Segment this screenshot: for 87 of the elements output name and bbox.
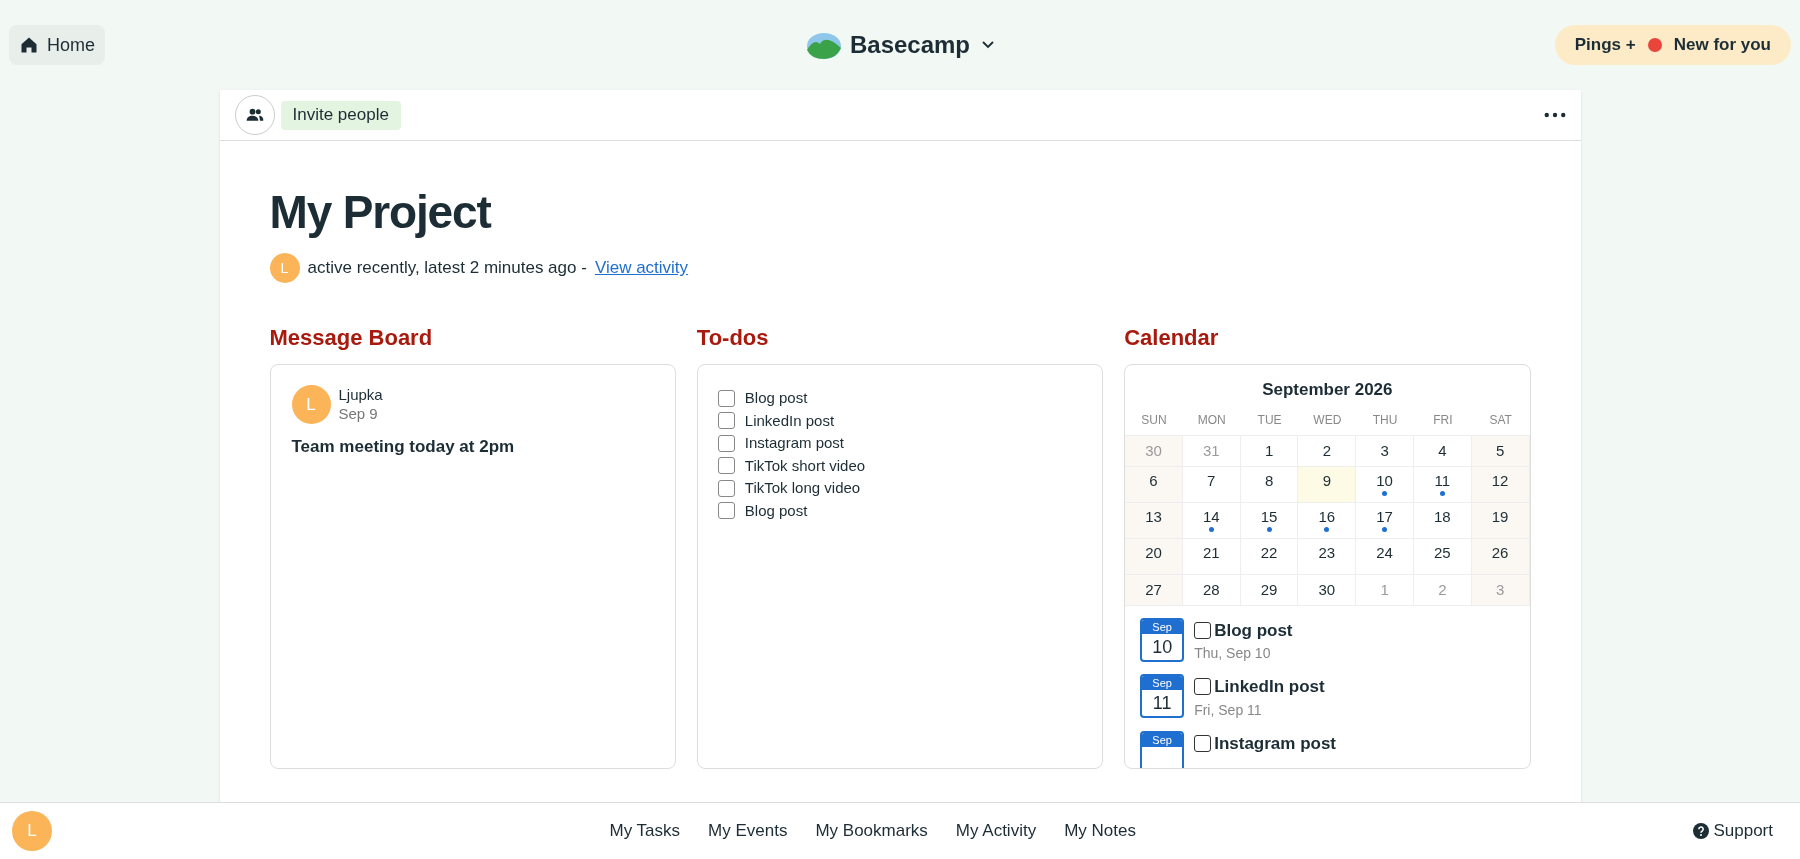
footer-link[interactable]: My Activity: [955, 818, 1037, 844]
weekday-label: TUE: [1256, 411, 1283, 429]
checkbox[interactable]: [1194, 621, 1212, 639]
calendar-day[interactable]: 6: [1125, 466, 1183, 503]
section-title[interactable]: Calendar: [1124, 321, 1531, 354]
month-title: September 2026: [1261, 379, 1394, 401]
todo-label: LinkedIn post: [744, 410, 835, 431]
calendar-day[interactable]: 29: [1240, 574, 1299, 606]
invite-people-button[interactable]: Invite people: [280, 100, 401, 130]
event-title[interactable]: Blog post: [1214, 617, 1293, 643]
checkbox[interactable]: [1194, 678, 1212, 696]
section-title[interactable]: Message Board: [269, 321, 676, 354]
avatar: L: [291, 385, 331, 424]
calendar-day[interactable]: 27: [1125, 574, 1183, 606]
weekday-label: MON: [1196, 411, 1227, 429]
todo-label: Instagram post: [744, 433, 845, 453]
calendar-day[interactable]: 14: [1182, 502, 1241, 539]
todo-label: TikTok long video: [744, 478, 861, 498]
event-date: Thu, Sep 10: [1194, 644, 1272, 663]
weekday-label: SAT: [1488, 411, 1513, 429]
checkbox[interactable]: [717, 434, 735, 452]
message-date: Sep 9: [338, 404, 379, 424]
calendar-day[interactable]: 23: [1298, 538, 1357, 575]
more-icon[interactable]: [1543, 112, 1566, 118]
chevron-down-icon: [982, 41, 995, 49]
calendar-day[interactable]: 3: [1356, 435, 1414, 467]
calendar-day[interactable]: 12: [1471, 466, 1530, 503]
weekday-label: SUN: [1140, 411, 1168, 429]
calendar-day[interactable]: 20: [1125, 538, 1183, 575]
author-name: Ljupka: [338, 385, 383, 405]
calendar-day[interactable]: 13: [1125, 502, 1183, 539]
new-for-you-link[interactable]: New for you: [1673, 32, 1771, 58]
calendar-day[interactable]: 7: [1182, 466, 1241, 503]
checkbox[interactable]: [1194, 734, 1212, 752]
calendar-day[interactable]: 10: [1356, 466, 1414, 503]
date-badge: Sep 11: [1140, 674, 1185, 718]
activity-text: active recently, latest 2 minutes ago -: [307, 257, 587, 280]
footer-link[interactable]: My Events: [708, 818, 788, 844]
message-subject[interactable]: Team meeting today at 2pm: [291, 434, 654, 460]
event-title[interactable]: Instagram post: [1214, 730, 1336, 756]
calendar-day[interactable]: 24: [1356, 538, 1414, 575]
calendar-day[interactable]: 16: [1298, 502, 1357, 539]
footer-link[interactable]: My Tasks: [609, 818, 681, 844]
calendar-day[interactable]: 8: [1240, 466, 1299, 503]
calendar-day[interactable]: 2: [1298, 435, 1357, 467]
home-icon: [19, 35, 39, 55]
todo-label: Blog post: [744, 388, 808, 408]
calendar-day[interactable]: 1: [1240, 435, 1299, 467]
help-icon: [1693, 823, 1710, 839]
calendar-day[interactable]: 17: [1356, 502, 1414, 539]
footer-link[interactable]: My Bookmarks: [815, 818, 928, 844]
calendar-day[interactable]: 9: [1298, 466, 1357, 503]
checkbox[interactable]: [717, 479, 735, 497]
calendar-day[interactable]: 28: [1182, 574, 1241, 606]
weekday-label: FRI: [1432, 411, 1454, 429]
footer-link[interactable]: My Notes: [1064, 818, 1136, 844]
checkbox[interactable]: [717, 412, 735, 430]
weekday-label: THU: [1371, 411, 1399, 429]
calendar-day[interactable]: 4: [1413, 435, 1472, 467]
brand-menu[interactable]: Basecamp: [805, 27, 995, 63]
home-button[interactable]: Home: [9, 25, 105, 65]
calendar-day[interactable]: 19: [1471, 502, 1530, 539]
calendar-day[interactable]: 22: [1240, 538, 1299, 575]
logo-icon: [805, 30, 842, 60]
event-title[interactable]: LinkedIn post: [1214, 674, 1325, 700]
support-link[interactable]: Support: [1713, 818, 1773, 844]
section-title[interactable]: To-dos: [696, 321, 1104, 354]
calendar-day[interactable]: 11: [1413, 466, 1472, 503]
calendar-day[interactable]: 25: [1413, 538, 1472, 575]
checkbox[interactable]: [717, 457, 735, 475]
calendar-day[interactable]: 30: [1298, 574, 1357, 606]
todo-label: TikTok short video: [744, 455, 866, 476]
calendar-day[interactable]: 15: [1240, 502, 1299, 539]
calendar-day[interactable]: 5: [1471, 435, 1530, 467]
weekday-label: WED: [1312, 411, 1343, 429]
view-activity-link[interactable]: View activity: [594, 255, 689, 281]
date-badge: Sep: [1140, 730, 1185, 768]
checkbox[interactable]: [717, 389, 735, 407]
calendar-day[interactable]: 18: [1413, 502, 1472, 539]
checkbox[interactable]: [717, 502, 735, 520]
pings-link[interactable]: Pings +: [1574, 32, 1636, 58]
event-date: Fri, Sep 11: [1194, 700, 1263, 720]
date-badge: Sep 10: [1140, 617, 1185, 662]
avatar: L: [269, 253, 300, 283]
calendar-day[interactable]: 21: [1182, 538, 1241, 575]
calendar-day[interactable]: 26: [1471, 538, 1530, 575]
todo-label: Blog post: [744, 500, 808, 521]
